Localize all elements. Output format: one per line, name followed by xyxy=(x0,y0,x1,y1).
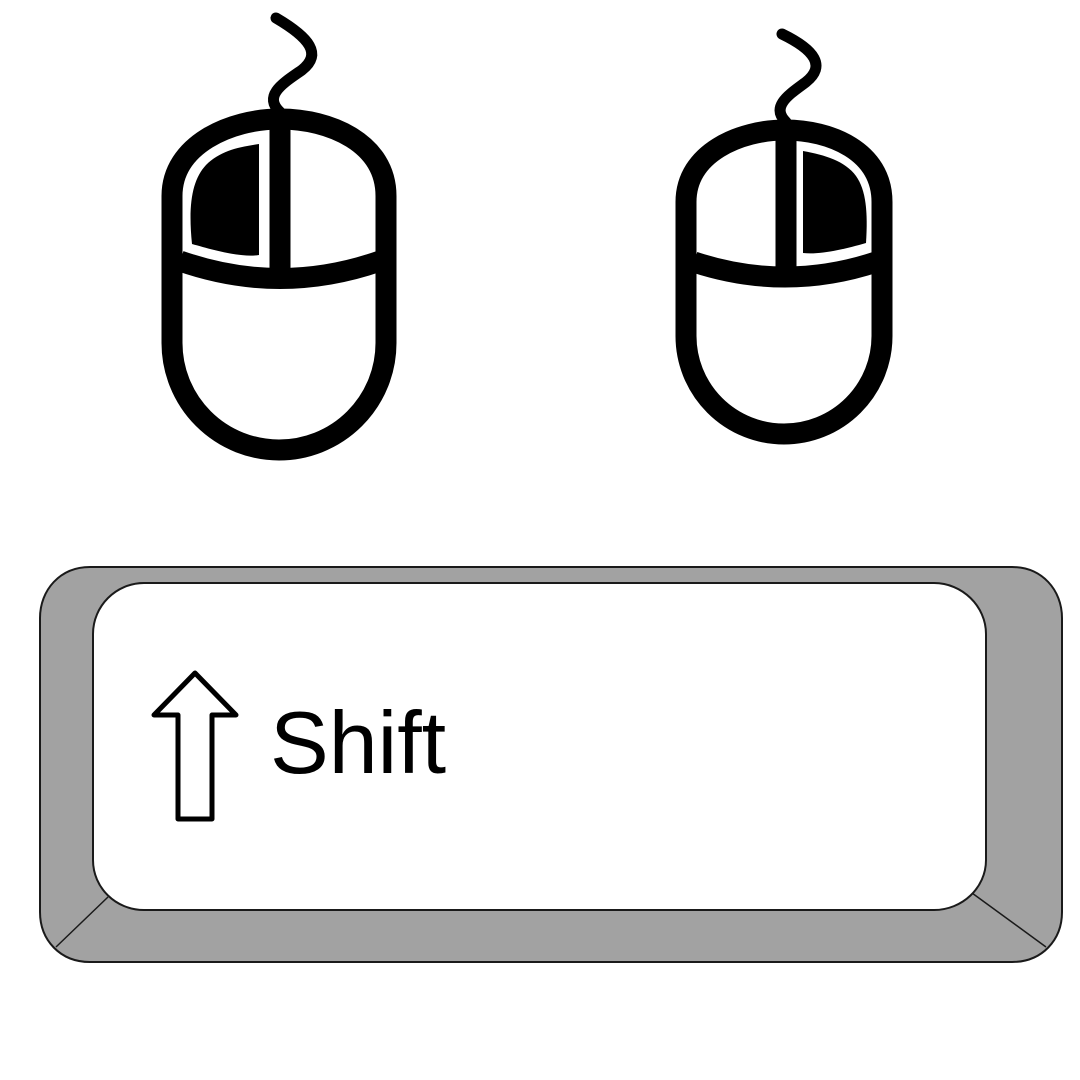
illustration: Shift xyxy=(39,12,1063,963)
mouse-right-click-icon xyxy=(675,28,893,445)
mouse-cable xyxy=(268,12,318,118)
mouse-left-click-icon xyxy=(161,12,397,461)
key-label: Shift xyxy=(270,693,446,792)
mouse-cable xyxy=(774,28,822,128)
key-face xyxy=(92,582,987,911)
shift-key: Shift xyxy=(39,566,1063,963)
